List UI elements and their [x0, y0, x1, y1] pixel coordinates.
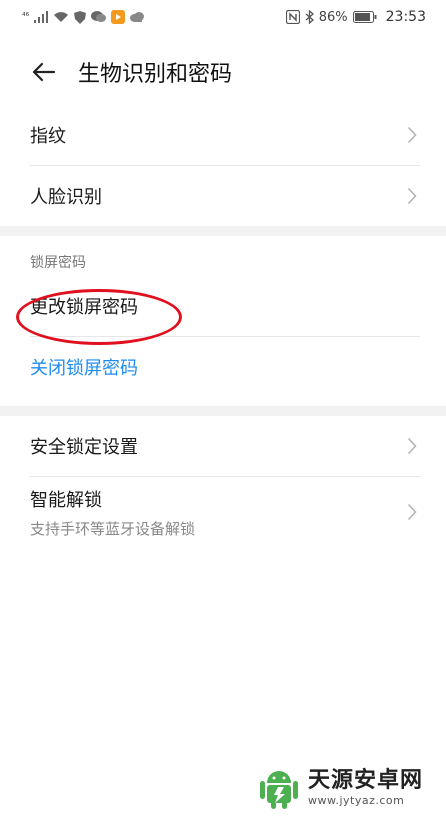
watermark: 天源安卓网 www.jytyaz.com: [256, 764, 442, 812]
android-logo-icon: [260, 771, 298, 809]
status-bar: ⁴⁶ 86% 23:53: [0, 0, 446, 34]
face-recognition-label: 人脸识别: [30, 187, 102, 208]
arrow-left-icon: [32, 62, 56, 82]
battery-icon: [352, 11, 377, 23]
chevron-right-icon: [406, 126, 418, 144]
watermark-url: www.jytyaz.com: [308, 794, 405, 807]
signal-icon: [34, 11, 49, 23]
status-right: 86% 23:53: [285, 9, 426, 25]
smart-unlock-label: 智能解锁: [30, 489, 102, 511]
fingerprint-label: 指纹: [30, 126, 66, 147]
chevron-right-icon: [406, 437, 418, 455]
watermark-title: 天源安卓网: [308, 768, 424, 793]
page-title: 生物识别和密码: [78, 62, 233, 87]
nfc-icon: [285, 10, 300, 24]
wifi-icon: [53, 11, 69, 23]
bluetooth-icon: [305, 10, 314, 24]
face-recognition-row[interactable]: 人脸识别: [0, 166, 446, 226]
biometric-section: 指纹 人脸识别: [0, 105, 446, 226]
section-gap: [0, 406, 446, 416]
back-button[interactable]: [24, 52, 64, 92]
smart-unlock-subtitle: 支持手环等蓝牙设备解锁: [30, 519, 196, 538]
smart-unlock-row[interactable]: 智能解锁 支持手环等蓝牙设备解锁: [0, 477, 446, 547]
status-left: ⁴⁶: [22, 10, 145, 24]
chevron-right-icon: [406, 503, 418, 521]
disable-lock-password-link: 关闭锁屏密码: [30, 358, 138, 379]
watermark-text: 天源安卓网 www.jytyaz.com: [308, 768, 424, 807]
change-lock-password-label: 更改锁屏密码: [30, 297, 138, 318]
clock: 23:53: [385, 9, 426, 25]
cloud-icon: [130, 12, 145, 22]
lock-screen-password-section: 锁屏密码 更改锁屏密码 关闭锁屏密码: [0, 236, 446, 397]
wechat-icon: [91, 11, 107, 23]
change-lock-password-row[interactable]: 更改锁屏密码: [0, 276, 446, 336]
fingerprint-row[interactable]: 指纹: [0, 105, 446, 165]
network-type-label: ⁴⁶: [22, 12, 30, 22]
security-lock-settings-label: 安全锁定设置: [30, 437, 138, 458]
disable-lock-password-row[interactable]: 关闭锁屏密码: [0, 337, 446, 397]
section-gap: [0, 226, 446, 236]
security-lock-settings-row[interactable]: 安全锁定设置: [0, 416, 446, 476]
shield-icon: [74, 10, 87, 24]
app-bar: 生物识别和密码: [0, 44, 446, 100]
video-app-icon: [111, 10, 126, 24]
security-section: 安全锁定设置 智能解锁 支持手环等蓝牙设备解锁: [0, 416, 446, 547]
chevron-right-icon: [406, 187, 418, 205]
battery-percent: 86%: [318, 9, 348, 25]
section-header-lock-password: 锁屏密码: [30, 255, 86, 271]
